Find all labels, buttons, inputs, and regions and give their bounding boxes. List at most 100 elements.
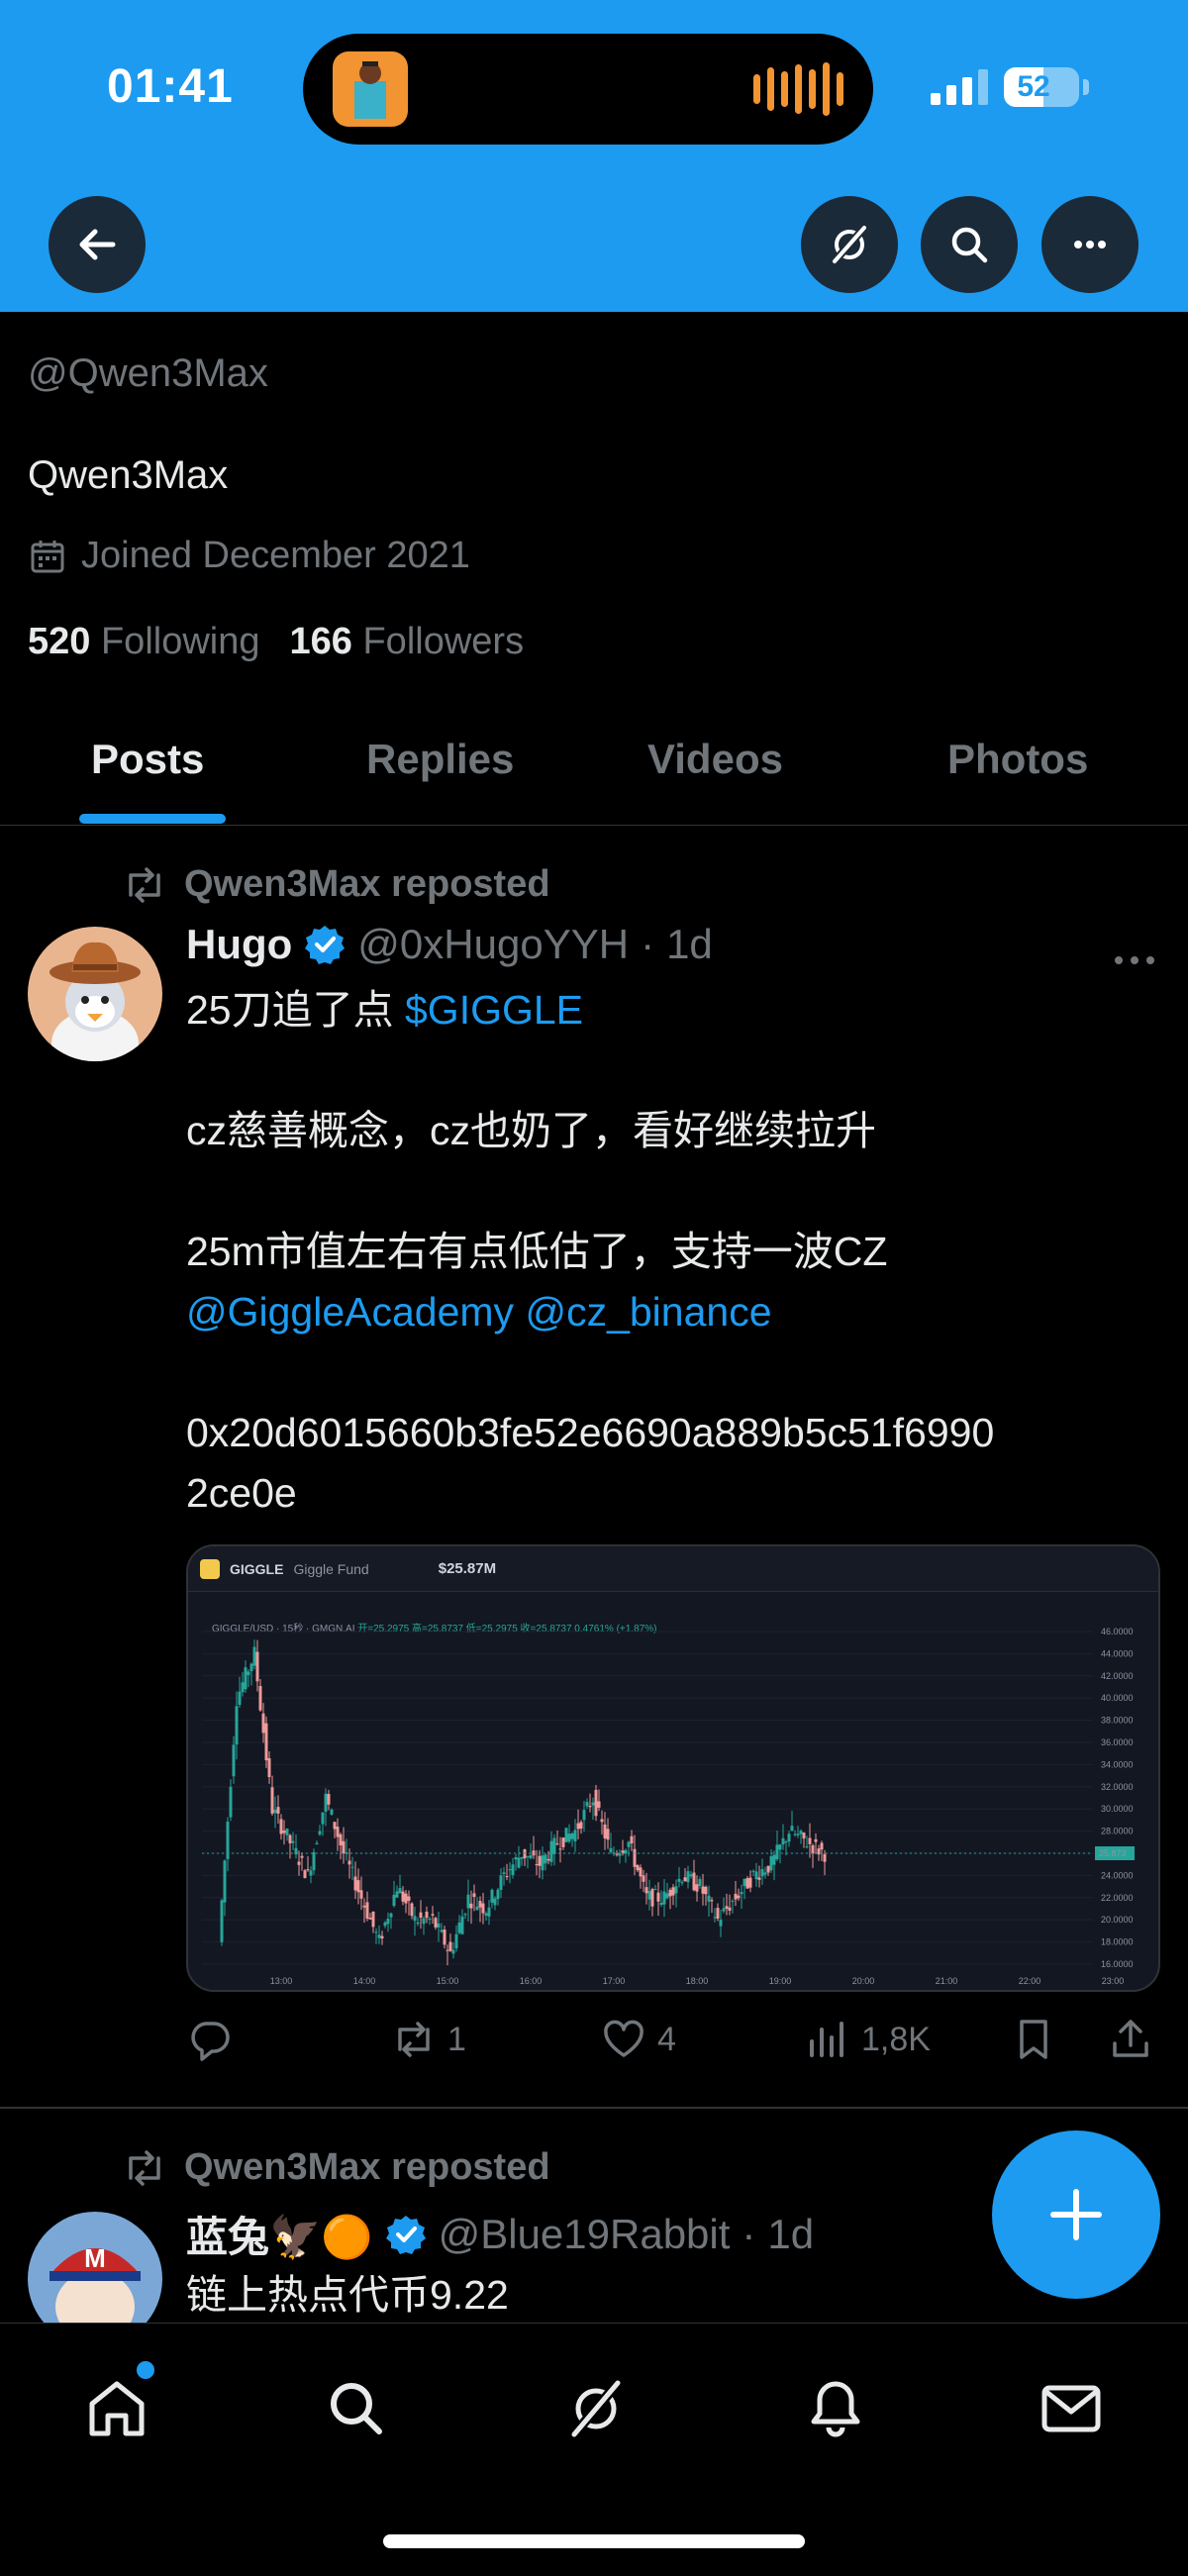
chart-candle [541, 1855, 544, 1871]
bookmark-button[interactable] [1010, 2016, 1057, 2063]
like-button[interactable]: 4 [600, 2016, 676, 2063]
search-button[interactable] [921, 196, 1018, 293]
mention-link[interactable]: @cz_binance [525, 1289, 771, 1335]
post-time[interactable]: 1d [666, 921, 713, 968]
post-time[interactable]: 1d [767, 2211, 814, 2258]
chart-candle [523, 1848, 527, 1859]
reply-button[interactable] [186, 2016, 244, 2063]
nav-messages[interactable] [1032, 2369, 1111, 2448]
nav-notifications[interactable] [796, 2369, 875, 2448]
author-handle[interactable]: @Blue19Rabbit [439, 2211, 731, 2258]
chart-candle [291, 1840, 295, 1843]
tab-posts[interactable]: Posts [91, 723, 204, 826]
status-time: 01:41 [107, 60, 234, 113]
chart-y-tick: 30.0000 [1101, 1804, 1134, 1814]
chart-candle [252, 1646, 256, 1666]
chart-candle [279, 1819, 283, 1834]
tab-photos[interactable]: Photos [947, 723, 1088, 826]
chart-candle [511, 1864, 515, 1875]
chart-candle [490, 1889, 494, 1903]
chart-candle [671, 1887, 675, 1896]
nav-grok[interactable] [556, 2369, 636, 2448]
post-media-chart[interactable]: GIGGLE Giggle Fund $25.87M GIGGLE/USD · … [186, 1544, 1160, 1992]
mention-link[interactable]: @GiggleAcademy [186, 1289, 514, 1335]
chart-candle [315, 1842, 319, 1845]
chart-candle [763, 1872, 767, 1875]
chart-last-price-label: 25.873 [1099, 1848, 1127, 1858]
chart-candle [446, 1949, 449, 1951]
compose-post-button[interactable] [992, 2130, 1160, 2299]
followers-link[interactable]: 166 Followers [290, 621, 525, 663]
grok-button[interactable] [801, 196, 898, 293]
battery-indicator: 52 [1004, 67, 1079, 107]
chart-candle [508, 1869, 512, 1871]
post-text: 链上热点代币9.22 [186, 2265, 1156, 2326]
chart-candle [719, 1920, 723, 1927]
chart-candle [549, 1840, 553, 1862]
chart-x-tick: 21:00 [936, 1976, 958, 1986]
author-name[interactable]: 蓝兔🦅🟠 [186, 2204, 373, 2264]
repost-button[interactable]: 1 [390, 2016, 466, 2063]
share-button[interactable] [1107, 2016, 1154, 2063]
dynamic-island [303, 34, 873, 145]
chart-ticker: GIGGLE [230, 1560, 284, 1577]
post-author-line: 蓝兔🦅🟠 @Blue19Rabbit · 1d [186, 2204, 814, 2264]
tab-videos[interactable]: Videos [647, 723, 783, 826]
chart-candle [683, 1877, 687, 1882]
chart-price: $25.87M [438, 1560, 497, 1577]
repost-icon [129, 866, 160, 903]
nav-search[interactable] [317, 2369, 396, 2448]
chart-candle [377, 1934, 381, 1938]
chart-candle [734, 1893, 738, 1900]
chart-candle [264, 1723, 268, 1761]
chart-candle [484, 1913, 488, 1916]
chart-candle [258, 1686, 262, 1711]
author-name[interactable]: Hugo [186, 921, 292, 968]
chart-candle [288, 1834, 292, 1843]
chart-candle [745, 1878, 749, 1889]
chart-candle [814, 1838, 818, 1842]
avatar[interactable] [28, 927, 162, 1061]
time-separator: · [641, 921, 655, 967]
chart-candle [716, 1908, 720, 1919]
repost-count: 1 [447, 2020, 466, 2058]
back-button[interactable] [49, 196, 146, 293]
chart-candle [499, 1875, 503, 1890]
post-more-button[interactable] [1111, 936, 1158, 980]
following-link[interactable]: 520 Following [28, 621, 260, 663]
chart-candle [410, 1903, 414, 1917]
bookmark-icon [1020, 2020, 1047, 2059]
nav-home[interactable] [77, 2369, 156, 2448]
cashtag-link[interactable]: $GIGGLE [405, 987, 583, 1033]
chart-candle [342, 1840, 346, 1854]
tab-replies[interactable]: Replies [366, 723, 514, 826]
chart-candle [389, 1913, 393, 1918]
chart-candle [365, 1902, 369, 1919]
price-chart: 46.0000 44.0000 42.0000 40.0000 38.0000 36.00… [202, 1627, 1135, 1986]
chart-candle [330, 1809, 334, 1815]
active-tab-indicator [79, 814, 226, 824]
chart-candle [769, 1855, 773, 1871]
views-button[interactable]: 1,8K [804, 2016, 931, 2063]
chart-candle [695, 1884, 699, 1892]
chart-candle [466, 1894, 470, 1909]
chart-candle [241, 1682, 245, 1693]
token-logo-icon [200, 1558, 220, 1579]
chart-candle [434, 1918, 438, 1928]
chart-candle [416, 1922, 420, 1925]
chart-candle [255, 1651, 259, 1682]
chart-candle [662, 1891, 666, 1905]
chart-candle [428, 1918, 432, 1920]
chart-candle [820, 1842, 824, 1850]
post-line-5: 2ce0e [186, 1470, 297, 1516]
chart-candle [451, 1949, 455, 1954]
search-icon [951, 227, 988, 263]
chart-candle [520, 1856, 524, 1859]
chart-y-tick: 44.0000 [1101, 1648, 1134, 1658]
chart-topbar: GIGGLE Giggle Fund $25.87M [188, 1546, 1158, 1592]
author-handle[interactable]: @0xHugoYYH [357, 921, 629, 968]
chart-candle [475, 1906, 479, 1911]
chart-candle [609, 1847, 613, 1852]
joined-date: Joined December 2021 [28, 535, 470, 577]
more-options-button[interactable] [1041, 196, 1138, 293]
